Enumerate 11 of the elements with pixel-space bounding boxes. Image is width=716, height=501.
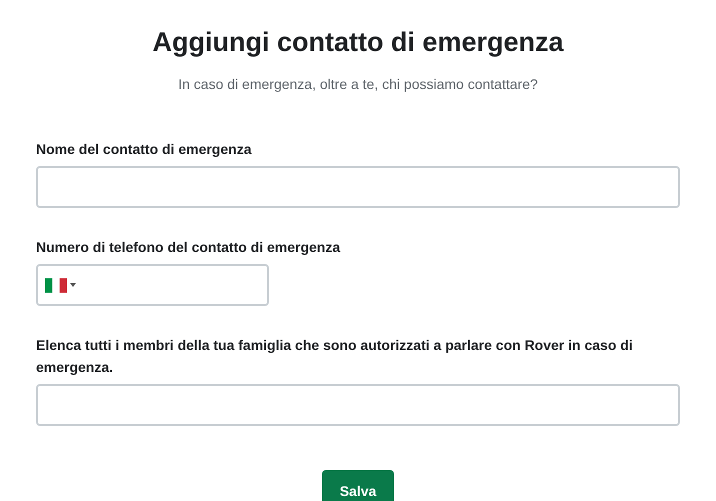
field-label: Numero di telefono del contatto di emergenza bbox=[36, 238, 342, 257]
page-title: Aggiungi contatto di emergenza bbox=[151, 26, 565, 59]
field-label: Nome del contatto di emergenza bbox=[36, 140, 253, 159]
flag-icon[interactable] bbox=[45, 278, 67, 292]
page-subtitle: In caso di emergenza, oltre a te, chi possiamo contattare? bbox=[177, 75, 539, 94]
field-label: Elenca tutti i membri della tua famiglia che sono autorizzati a parlare con Rover in caso di emergenza. bbox=[36, 336, 634, 377]
save-button[interactable]: Salva bbox=[322, 470, 394, 501]
text-field[interactable] bbox=[36, 384, 680, 426]
phone-field[interactable] bbox=[36, 264, 269, 306]
text-field[interactable] bbox=[36, 166, 680, 208]
caret-icon[interactable] bbox=[70, 283, 76, 287]
